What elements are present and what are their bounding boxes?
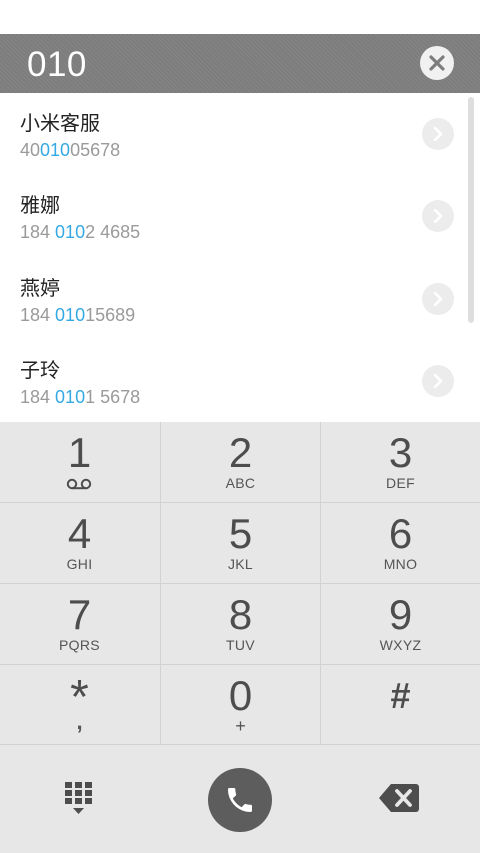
key-letters: TUV <box>226 637 255 653</box>
divider <box>0 664 480 665</box>
search-bar[interactable]: 010 <box>0 34 480 93</box>
key-7[interactable]: 7 PQRS <box>0 584 159 664</box>
number-prefix: 184 <box>20 387 56 407</box>
key-8[interactable]: 8 TUV <box>161 584 320 664</box>
key-1[interactable]: 1 <box>0 422 159 502</box>
list-item[interactable]: 子玲 184 0101 5678 <box>0 340 480 422</box>
key-digit: 6 <box>388 510 413 557</box>
key-letters: DEF <box>386 475 415 491</box>
key-letters: + <box>235 716 246 736</box>
status-area <box>0 0 480 34</box>
key-letters: JKL <box>227 556 254 572</box>
chevron-right-icon <box>433 292 443 306</box>
clear-search-button[interactable] <box>420 46 454 80</box>
key-digit: 0 <box>228 672 253 719</box>
voicemail-icon <box>66 478 92 490</box>
number-match: 010 <box>55 387 86 407</box>
key-digit: 3 <box>388 429 413 476</box>
key-letters: PQRS <box>59 637 100 653</box>
key-0[interactable]: 0 + <box>161 665 320 745</box>
contact-number: 4001005678 <box>20 139 120 161</box>
key-digit: 8 <box>228 591 253 638</box>
contact-number: 184 0102 4685 <box>20 221 140 243</box>
key-letters: MNO <box>383 556 418 572</box>
chevron-right-icon <box>433 374 443 388</box>
key-letters: GHI <box>66 556 93 572</box>
key-letters: , <box>76 709 83 734</box>
number-suffix: 2 4685 <box>85 222 141 242</box>
number-prefix: 184 <box>20 305 56 325</box>
dialpad-toggle-button[interactable] <box>58 780 100 820</box>
key-digit: 2 <box>228 429 253 476</box>
number-match: 010 <box>55 222 86 242</box>
backspace-button[interactable] <box>378 782 420 814</box>
list-item[interactable]: 小米客服 4001005678 <box>0 93 480 175</box>
dialpad-icon <box>65 782 92 814</box>
key-digit: 7 <box>67 591 92 638</box>
close-icon <box>429 55 445 71</box>
backspace-icon <box>379 784 419 812</box>
divider <box>0 583 480 584</box>
key-6[interactable]: 6 MNO <box>321 503 480 583</box>
key-4[interactable]: 4 GHI <box>0 503 159 583</box>
number-suffix: 1 5678 <box>85 387 141 407</box>
chevron-right-icon <box>433 209 443 223</box>
contact-name: 子玲 <box>20 358 60 382</box>
key-5[interactable]: 5 JKL <box>161 503 320 583</box>
divider <box>0 502 480 503</box>
call-button[interactable] <box>208 768 272 832</box>
key-9[interactable]: 9 WXYZ <box>321 584 480 664</box>
phone-icon <box>228 788 252 812</box>
number-suffix: 05678 <box>70 140 121 160</box>
contact-detail-button[interactable] <box>422 118 454 150</box>
contact-detail-button[interactable] <box>422 283 454 315</box>
contact-number: 184 01015689 <box>20 304 135 326</box>
list-item[interactable]: 燕婷 184 01015689 <box>0 258 480 340</box>
key-3[interactable]: 3 DEF <box>321 422 480 502</box>
contact-detail-button[interactable] <box>422 200 454 232</box>
key-2[interactable]: 2 ABC <box>161 422 320 502</box>
number-match: 010 <box>40 140 71 160</box>
scrollbar[interactable] <box>468 97 474 323</box>
contact-detail-button[interactable] <box>422 365 454 397</box>
list-item[interactable]: 雅娜 184 0102 4685 <box>0 175 480 257</box>
key-letters: WXYZ <box>379 637 422 653</box>
dialpad: 1 2 ABC 3 DEF 4 GHI 5 JKL 6 MNO 7 PQRS 8… <box>0 422 480 745</box>
key-letters: ABC <box>225 475 256 491</box>
key-digit: 9 <box>388 591 413 638</box>
number-match: 010 <box>55 305 86 325</box>
key-digit: 1 <box>67 429 92 476</box>
chevron-right-icon <box>433 127 443 141</box>
key-digit: # <box>390 675 411 716</box>
contact-name: 小米客服 <box>20 111 100 135</box>
contact-name: 雅娜 <box>20 193 60 217</box>
contact-name: 燕婷 <box>20 276 60 300</box>
search-input[interactable]: 010 <box>27 34 87 93</box>
key-hash[interactable]: # <box>321 665 480 745</box>
number-suffix: 15689 <box>85 305 136 325</box>
number-prefix: 184 <box>20 222 56 242</box>
key-digit: 4 <box>67 510 92 557</box>
number-prefix: 40 <box>20 140 41 160</box>
key-star[interactable]: * , <box>0 665 159 745</box>
key-digit: 5 <box>228 510 253 557</box>
contact-number: 184 0101 5678 <box>20 386 140 408</box>
search-results-list[interactable]: 小米客服 4001005678 雅娜 184 0102 4685 燕婷 184 … <box>0 93 480 422</box>
